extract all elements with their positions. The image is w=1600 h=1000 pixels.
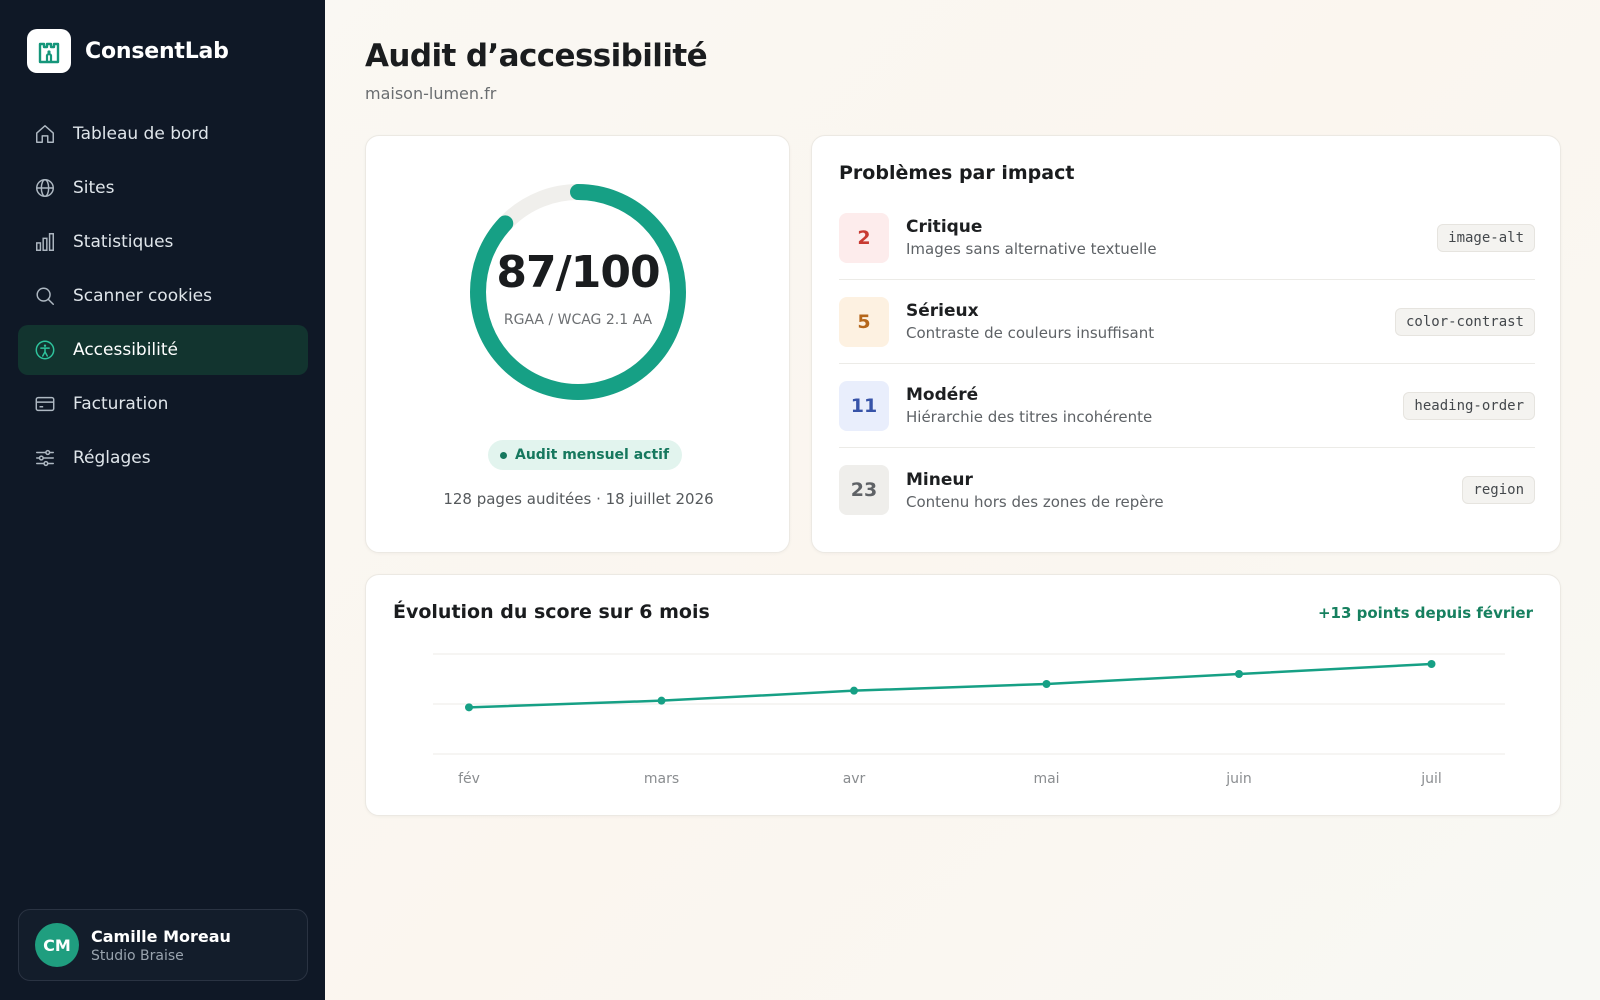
user-card[interactable]: CM Camille Moreau Studio Braise [18, 909, 308, 981]
sidebar-item-label: Tableau de bord [73, 124, 209, 144]
issue-count: 5 [839, 296, 889, 347]
score-card: 87/100 RGAA / WCAG 2.1 AA Audit mensuel … [365, 135, 790, 553]
x-tick-label: avr [843, 771, 866, 787]
issue-count: 11 [839, 380, 889, 431]
issue-severity: Mineur [906, 469, 973, 490]
data-point-mai[interactable] [1042, 680, 1051, 688]
sidebar-item-label: Sites [73, 178, 115, 198]
trend-card: Évolution du score sur 6 mois +13 points… [365, 574, 1561, 816]
issue-row-serious[interactable]: 5 Sérieux Contraste de couleurs insuffis… [839, 280, 1535, 364]
rule-id-tag: heading-order [1403, 391, 1535, 420]
home-icon [33, 122, 57, 146]
x-tick-label: fév [458, 771, 480, 787]
globe-icon [33, 176, 57, 200]
issue-description: Contraste de couleurs insuffisant [906, 324, 1155, 342]
data-point-avr[interactable] [850, 686, 858, 695]
data-point-mars[interactable] [657, 696, 666, 705]
sidebar-item-cookie-scanner[interactable]: Scanner cookies [18, 271, 308, 321]
sidebar-item-label: Statistiques [73, 232, 174, 252]
issue-severity: Modéré [906, 385, 979, 405]
x-tick-label: mars [644, 771, 679, 787]
user-name: Camille Moreau [91, 926, 231, 946]
issue-description: Images sans alternative textuelle [906, 240, 1157, 258]
data-point-juil[interactable] [1427, 660, 1436, 668]
brand[interactable]: ConsentLab [27, 29, 229, 73]
sidebar-item-settings[interactable]: Réglages [18, 433, 308, 483]
user-organization: Studio Braise [91, 947, 184, 964]
sidebar-item-label: Réglages [73, 448, 151, 468]
sidebar-item-sites[interactable]: Sites [18, 163, 308, 213]
castle-logo-icon [27, 29, 71, 73]
bar-chart-icon [33, 230, 57, 254]
score-standard: RGAA / WCAG 2.1 AA [503, 312, 653, 328]
sidebar-item-label: Facturation [73, 394, 169, 414]
issue-description: Hiérarchie des titres incohérente [906, 408, 1153, 426]
rule-id-tag: region [1462, 476, 1535, 504]
series-line [468, 662, 1432, 709]
data-point-juin[interactable] [1235, 670, 1243, 678]
issue-description: Contenu hors des zones de repère [906, 492, 1164, 511]
issue-row-critical[interactable]: 2 Critique Images sans alternative textu… [839, 196, 1535, 280]
accessibility-icon [33, 338, 57, 362]
x-tick-label: mai [1033, 771, 1059, 787]
x-tick-label: juil [1420, 771, 1442, 787]
data-point-fév[interactable] [465, 703, 473, 712]
sidebar: ConsentLab Tableau de bord Sites Statist… [0, 0, 325, 1000]
issue-count: 23 [839, 465, 889, 515]
issue-count: 2 [839, 212, 889, 263]
issue-row-moderate[interactable]: 11 Modéré Hiérarchie des titres incohére… [839, 364, 1535, 448]
x-tick-label: juin [1225, 771, 1252, 787]
status-badge: Audit mensuel actif [488, 440, 683, 470]
sidebar-item-accessibility[interactable]: Accessibilité [18, 325, 308, 375]
issues-card: Problèmes par impact 2 Critique Images s… [811, 135, 1561, 553]
issue-severity: Sérieux [906, 301, 979, 321]
sidebar-nav: Tableau de bord Sites Statistiques Scann… [18, 109, 308, 487]
audit-meta: 128 pages auditées · 18 juillet 2026 [443, 490, 714, 508]
site-domain: maison-lumen.fr [365, 84, 497, 103]
search-icon [33, 284, 57, 308]
sidebar-item-billing[interactable]: Facturation [18, 379, 308, 429]
issue-severity: Critique [906, 217, 983, 237]
status-dot-icon [500, 451, 507, 459]
credit-card-icon [33, 392, 57, 416]
score-gauge: 87/100 RGAA / WCAG 2.1 AA [466, 180, 690, 404]
score-value: 87/100 [496, 247, 660, 298]
brand-name: ConsentLab [85, 38, 229, 64]
rule-id-tag: color-contrast [1394, 307, 1535, 336]
sidebar-item-dashboard[interactable]: Tableau de bord [18, 109, 308, 159]
issue-row-minor[interactable]: 23 Mineur Contenu hors des zones de repè… [839, 448, 1535, 532]
sidebar-item-statistics[interactable]: Statistiques [18, 217, 308, 267]
rule-id-tag: image-alt [1437, 223, 1535, 252]
issues-title: Problèmes par impact [839, 162, 1075, 184]
page-title: Audit d’accessibilité [365, 38, 708, 74]
sliders-icon [33, 446, 57, 470]
avatar: CM [35, 923, 79, 967]
sidebar-item-label: Accessibilité [73, 340, 179, 360]
sidebar-item-label: Scanner cookies [73, 286, 212, 306]
status-badge-label: Audit mensuel actif [515, 447, 670, 463]
score-line-chart: fév mars avr mai juin juil [433, 653, 1505, 787]
